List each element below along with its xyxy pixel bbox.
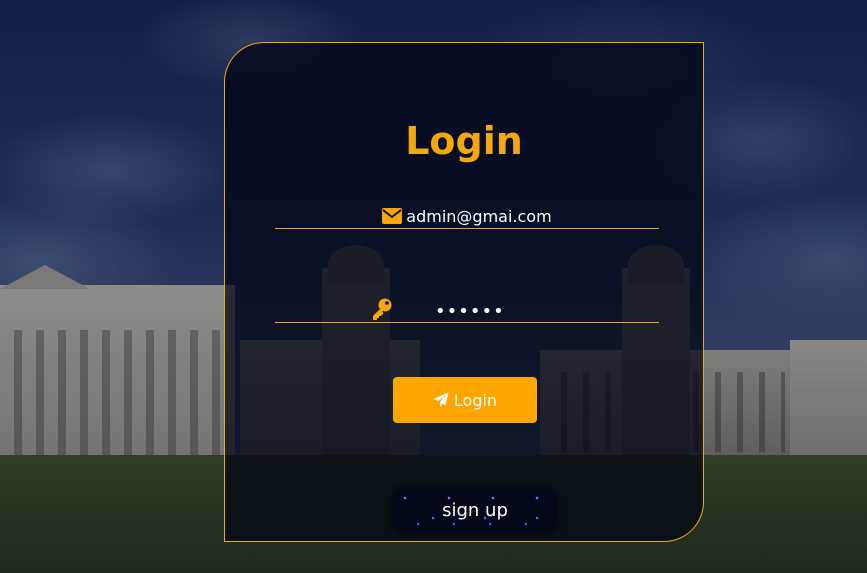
signup-button-label: sign up [442,499,508,521]
envelope-icon [382,208,403,224]
login-button-label: Login [453,390,498,410]
password-field[interactable]: •••••• [275,298,659,323]
paper-plane-icon [433,392,449,408]
email-field[interactable]: admin@gmai.com [275,204,659,229]
signup-button[interactable]: sign up [393,488,557,532]
login-card: Login [224,42,704,542]
password-value: •••••• [435,301,505,322]
page-title: Login [405,119,523,163]
key-icon [371,298,393,326]
login-button[interactable]: Login [393,377,537,423]
email-value: admin@gmai.com [406,206,552,226]
